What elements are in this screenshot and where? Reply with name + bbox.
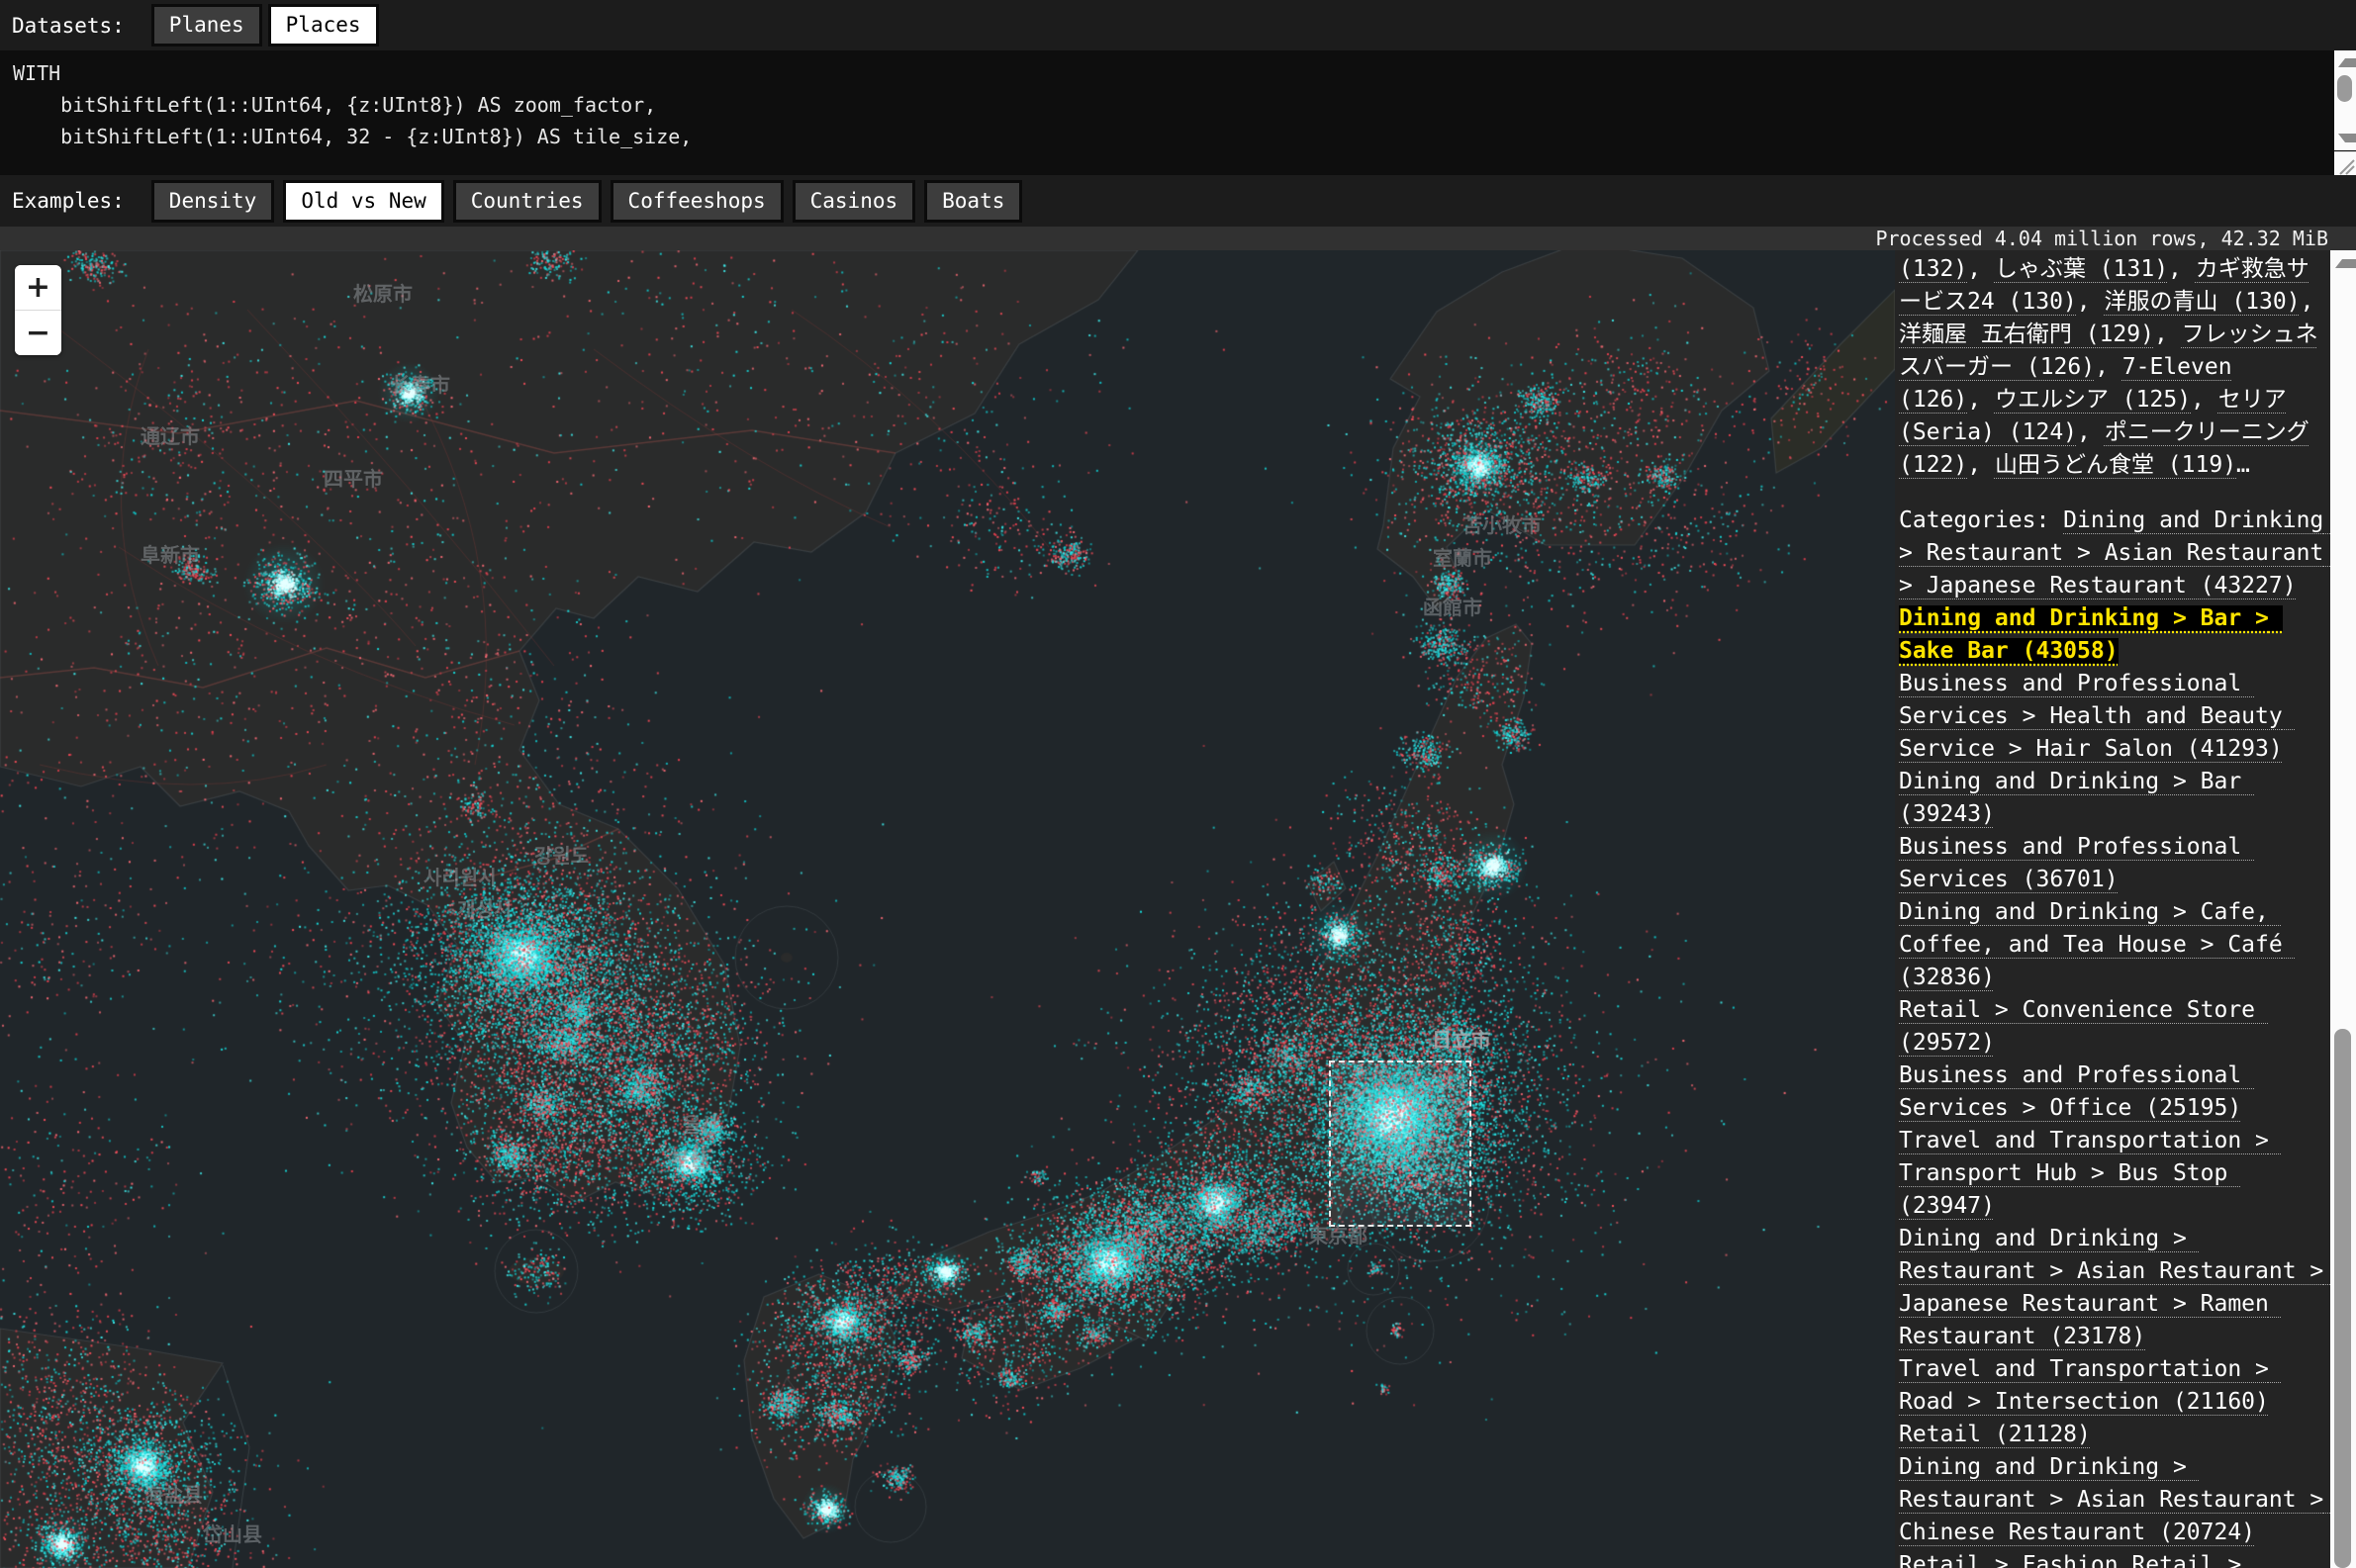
datasets-label: Datasets: bbox=[12, 14, 125, 38]
top-brands-list: (132), しゃぶ葉 (131), カギ救急サービス24 (130), 洋服の… bbox=[1899, 253, 2324, 482]
map-place-label: 사리원시 bbox=[424, 862, 497, 890]
map-place-label: 울산 bbox=[683, 1109, 719, 1138]
map-place-label: 岱山县 bbox=[203, 1519, 262, 1547]
category-link-highlighted[interactable]: Dining and Drinking > Bar > Sake Bar (43… bbox=[1899, 605, 2283, 664]
zoom-in-button[interactable]: + bbox=[15, 265, 61, 311]
categories-list: Categories: Dining and Drinking > Restau… bbox=[1899, 505, 2324, 1568]
map-place-label: 苫小牧市 bbox=[1462, 509, 1542, 538]
brand-link[interactable]: 山田うどん食堂 (119) bbox=[1995, 452, 2236, 478]
map-place-label: 강원도 bbox=[534, 840, 589, 869]
datasets-button-group: PlanesPlaces bbox=[151, 4, 379, 46]
sql-query-text[interactable]: WITH bitShiftLeft(1::UInt64, {z:UInt8}) … bbox=[0, 50, 2356, 152]
map-place-label: 室蘭市 bbox=[1433, 542, 1492, 571]
example-button-density[interactable]: Density bbox=[151, 180, 275, 223]
editor-scrollbar-thumb[interactable] bbox=[2337, 75, 2352, 102]
brand-link[interactable]: ウエルシア (125) bbox=[1995, 387, 2191, 413]
dataset-button-places[interactable]: Places bbox=[268, 4, 379, 46]
category-link[interactable]: Dining and Drinking > Cafe, Coffee, and … bbox=[1899, 899, 2297, 990]
map-place-label: 부산 bbox=[671, 1143, 707, 1171]
category-link[interactable]: Travel and Transportation > Transport Hu… bbox=[1899, 1128, 2283, 1219]
map-place-label: 函館市 bbox=[1423, 592, 1482, 620]
examples-bar: Examples: DensityOld vs NewCountriesCoff… bbox=[0, 175, 2356, 227]
example-button-countries[interactable]: Countries bbox=[453, 180, 602, 223]
results-panel: (132), しゃぶ葉 (131), カギ救急サービス24 (130), 洋服の… bbox=[1895, 250, 2330, 1568]
category-link[interactable]: Travel and Transportation > Road > Inter… bbox=[1899, 1356, 2283, 1415]
brand-link[interactable]: 洋服の青山 (130) bbox=[2104, 289, 2300, 315]
map-place-label: 通辽市 bbox=[141, 420, 200, 449]
example-button-coffeeshops[interactable]: Coffeeshops bbox=[611, 180, 784, 223]
editor-scrollbar[interactable] bbox=[2334, 50, 2356, 150]
textarea-resize-grip-icon[interactable] bbox=[2334, 151, 2356, 176]
examples-button-group: DensityOld vs NewCountriesCoffeeshopsCas… bbox=[151, 180, 1023, 223]
category-link[interactable]: Dining and Drinking > Restaurant > Asian… bbox=[1899, 1226, 2330, 1349]
map-place-label: 海盐县 bbox=[143, 1479, 203, 1508]
status-text: Processed 4.04 million rows, 42.32 MiB bbox=[1875, 227, 2328, 250]
map-place-label: 개성시 bbox=[457, 893, 512, 922]
category-link[interactable]: Business and Professional Services > Hea… bbox=[1899, 671, 2297, 762]
app-window: Datasets: PlanesPlaces WITH bitShiftLeft… bbox=[0, 0, 2356, 1568]
map-zoom-control: + − bbox=[15, 265, 61, 355]
category-link[interactable]: Business and Professional Services (3670… bbox=[1899, 834, 2255, 892]
example-button-boats[interactable]: Boats bbox=[924, 180, 1022, 223]
dataset-button-planes[interactable]: Planes bbox=[151, 4, 262, 46]
map-place-label: 长春市 bbox=[391, 369, 450, 398]
example-button-old-vs-new[interactable]: Old vs New bbox=[283, 180, 443, 223]
map-selection-rect[interactable] bbox=[1329, 1061, 1471, 1227]
map-place-label: 日立市 bbox=[1432, 1024, 1491, 1053]
map-canvas[interactable] bbox=[0, 250, 1895, 1568]
example-button-casinos[interactable]: Casinos bbox=[793, 180, 916, 223]
brand-link[interactable]: しゃぶ葉 (131) bbox=[1995, 256, 2168, 282]
map-place-label: 四平市 bbox=[324, 463, 383, 492]
categories-label: Categories: bbox=[1899, 507, 2063, 533]
datasets-bar: Datasets: PlanesPlaces bbox=[0, 0, 2356, 50]
page-scrollbar[interactable] bbox=[2330, 250, 2356, 1568]
category-link[interactable]: Dining and Drinking > Restaurant > Asian… bbox=[1899, 1454, 2330, 1545]
category-link[interactable]: Business and Professional Services > Off… bbox=[1899, 1062, 2255, 1121]
category-link[interactable]: Retail > Convenience Store (29572) bbox=[1899, 997, 2269, 1056]
scroll-up-icon[interactable] bbox=[2338, 58, 2356, 67]
category-link[interactable]: Dining and Drinking > Bar (39243) bbox=[1899, 769, 2255, 827]
category-link[interactable]: Retail > Fashion Retail > Clothing Store… bbox=[1899, 1552, 2255, 1568]
scroll-up-icon[interactable] bbox=[2335, 259, 2356, 268]
zoom-out-button[interactable]: − bbox=[15, 311, 61, 355]
category-link[interactable]: Retail (21128) bbox=[1899, 1422, 2091, 1447]
scroll-down-icon[interactable] bbox=[2338, 134, 2356, 142]
brand-link[interactable]: 洋麺屋 五右衛門 (129) bbox=[1899, 322, 2154, 347]
examples-label: Examples: bbox=[12, 189, 125, 213]
main-area: 日立市東京都부산울산강원도개성시사리원시通辽市长春市四平市阜新市松原市苫小牧市室… bbox=[0, 250, 2356, 1568]
brand-link[interactable]: (132) bbox=[1899, 256, 1967, 282]
status-bar: Processed 4.04 million rows, 42.32 MiB bbox=[0, 227, 2356, 250]
map-place-label: 松原市 bbox=[353, 278, 413, 307]
sql-query-editor[interactable]: WITH bitShiftLeft(1::UInt64, {z:UInt8}) … bbox=[0, 50, 2356, 175]
map-place-label: 阜新市 bbox=[141, 539, 200, 568]
page-scrollbar-thumb[interactable] bbox=[2334, 1029, 2351, 1568]
